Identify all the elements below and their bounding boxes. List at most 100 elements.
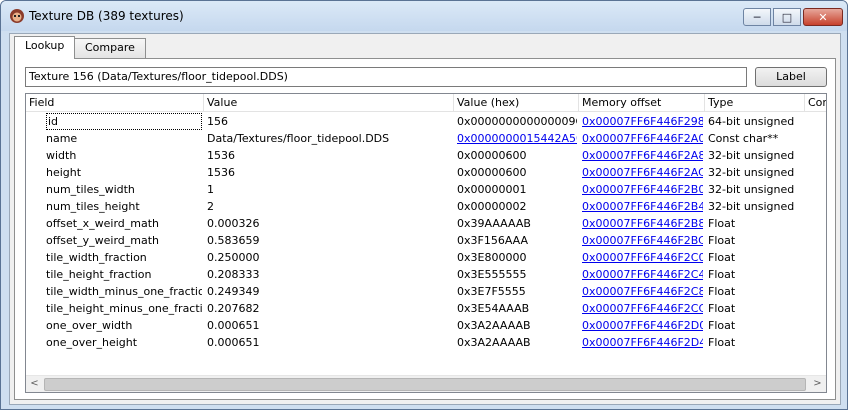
scroll-left-arrow-icon[interactable]: < (26, 376, 43, 392)
table-row[interactable]: tile_height_fraction 0.208333 0x3E555555 0x… (26, 266, 826, 283)
type-cell: Float (708, 336, 736, 349)
memory-offset-link[interactable]: 0x00007FF6F446F2AC (582, 164, 703, 181)
type-cell: Const char** (708, 132, 779, 145)
table-header: Field Value Value (hex) Memory offset Ty… (26, 94, 826, 112)
field-cell: num_tiles_height (46, 200, 140, 213)
hex-cell: 0x3E7F5555 (457, 285, 526, 298)
tab-lookup[interactable]: Lookup (14, 36, 76, 59)
type-cell: 32-bit unsigned (708, 183, 795, 196)
hex-cell: 0x3A2AAAAB (457, 319, 531, 332)
field-cell: num_tiles_width (46, 183, 135, 196)
maximize-button[interactable]: □ (773, 8, 801, 26)
type-cell: 32-bit unsigned (708, 200, 795, 213)
hex-cell: 0x3F156AAA (457, 234, 529, 247)
field-cell: tile_width_minus_one_fraction (46, 285, 202, 298)
field-cell: tile_width_fraction (46, 251, 147, 264)
hex-cell: 0x00000002 (457, 200, 527, 213)
table-row[interactable]: offset_y_weird_math 0.583659 0x3F156AAA 0x0… (26, 232, 826, 249)
memory-offset-link[interactable]: 0x00007FF6F446F2D0 (582, 317, 703, 334)
table-row[interactable]: name Data/Textures/floor_tidepool.DDS 0x00… (26, 130, 826, 147)
tab-compare[interactable]: Compare (74, 38, 146, 58)
hex-cell: 0x3E800000 (457, 251, 527, 264)
value-cell: 0.207682 (207, 302, 260, 315)
memory-offset-link[interactable]: 0x00007FF6F446F2A8 (582, 147, 703, 164)
column-header-memory-offset[interactable]: Memory offset (579, 94, 705, 112)
close-button[interactable]: ✕ (803, 8, 843, 26)
field-cell: id (46, 113, 202, 130)
memory-offset-link[interactable]: 0x00007FF6F446F2B8 (582, 215, 703, 232)
memory-offset-link[interactable]: 0x00007FF6F446F2D4 (582, 334, 703, 351)
app-icon (10, 9, 24, 23)
value-cell: 0.000326 (207, 217, 260, 230)
hex-cell: 0x00000600 (457, 166, 527, 179)
table-row[interactable]: tile_height_minus_one_fraction 0.207682 0x… (26, 300, 826, 317)
hex-cell[interactable]: 0x0000000015442A50 (457, 130, 577, 147)
lookup-panel: Texture 156 (Data/Textures/floor_tidepoo… (14, 58, 836, 400)
field-cell: one_over_height (46, 336, 138, 349)
table-row[interactable]: height 1536 0x00000600 0x00007FF6F446F2AC 32… (26, 164, 826, 181)
memory-offset-link[interactable]: 0x00007FF6F446F298 (582, 113, 703, 130)
column-header-comment[interactable]: Com (805, 94, 826, 112)
field-cell: name (46, 132, 78, 145)
column-header-value[interactable]: Value (204, 94, 454, 112)
table-row[interactable]: offset_x_weird_math 0.000326 0x39AAAAAB 0x0… (26, 215, 826, 232)
table-row[interactable]: tile_width_fraction 0.250000 0x3E800000 0x0… (26, 249, 826, 266)
value-cell: 0.208333 (207, 268, 260, 281)
table-row[interactable]: num_tiles_width 1 0x00000001 0x00007FF6F446… (26, 181, 826, 198)
memory-offset-link[interactable]: 0x00007FF6F446F2C4 (582, 266, 703, 283)
title-bar[interactable]: Texture DB (389 textures) ─ □ ✕ (1, 1, 847, 31)
memory-offset-link[interactable]: 0x00007FF6F446F2A0 (582, 130, 703, 147)
memory-offset-link[interactable]: 0x00007FF6F446F2C8 (582, 283, 703, 300)
value-cell: 0.583659 (207, 234, 260, 247)
horizontal-scrollbar[interactable]: < > (26, 375, 826, 392)
field-cell: width (46, 149, 77, 162)
memory-offset-link[interactable]: 0x00007FF6F446F2CC (582, 300, 703, 317)
type-cell: Float (708, 302, 736, 315)
field-cell: tile_height_fraction (46, 268, 152, 281)
value-cell: 0.000651 (207, 336, 260, 349)
hex-cell: 0x3E555555 (457, 268, 527, 281)
type-cell: Float (708, 234, 736, 247)
field-cell: height (46, 166, 82, 179)
column-header-value-hex[interactable]: Value (hex) (454, 94, 579, 112)
hex-cell: 0x3A2AAAAB (457, 336, 531, 349)
type-cell: Float (708, 268, 736, 281)
memory-offset-link[interactable]: 0x00007FF6F446F2C0 (582, 249, 703, 266)
table-row[interactable]: one_over_width 0.000651 0x3A2AAAAB 0x00007F… (26, 317, 826, 334)
type-cell: Float (708, 285, 736, 298)
fields-table: Field Value Value (hex) Memory offset Ty… (25, 93, 827, 393)
table-row[interactable]: num_tiles_height 2 0x00000002 0x00007FF6F44… (26, 198, 826, 215)
field-cell: offset_y_weird_math (46, 234, 160, 247)
type-cell: 64-bit unsigned (708, 115, 795, 128)
type-cell: Float (708, 217, 736, 230)
scroll-thumb[interactable] (44, 378, 806, 391)
value-cell: 0.249349 (207, 285, 260, 298)
table-row[interactable]: width 1536 0x00000600 0x00007FF6F446F2A8 32-… (26, 147, 826, 164)
field-cell: offset_x_weird_math (46, 217, 160, 230)
hex-cell: 0x00000600 (457, 149, 527, 162)
memory-offset-link[interactable]: 0x00007FF6F446F2B4 (582, 198, 703, 215)
value-cell: 1536 (207, 149, 235, 162)
value-cell: 156 (207, 115, 228, 128)
scroll-right-arrow-icon[interactable]: > (809, 376, 826, 392)
value-cell: 0.250000 (207, 251, 260, 264)
table-row[interactable]: id 156 0x000000000000009C 0x00007FF6F446F29… (26, 113, 826, 130)
texture-db-window: Texture DB (389 textures) ─ □ ✕ Lookup C… (0, 0, 848, 410)
column-header-field[interactable]: Field (26, 94, 204, 112)
table-row[interactable]: tile_width_minus_one_fraction 0.249349 0x3… (26, 283, 826, 300)
value-cell: 1536 (207, 166, 235, 179)
value-cell: 0.000651 (207, 319, 260, 332)
memory-offset-link[interactable]: 0x00007FF6F446F2B0 (582, 181, 703, 198)
field-cell: one_over_width (46, 319, 133, 332)
value-cell: Data/Textures/floor_tidepool.DDS (207, 132, 390, 145)
texture-path-field[interactable]: Texture 156 (Data/Textures/floor_tidepoo… (25, 67, 747, 87)
type-cell: Float (708, 251, 736, 264)
type-cell: 32-bit unsigned (708, 166, 795, 179)
minimize-button[interactable]: ─ (743, 8, 771, 26)
type-cell: 32-bit unsigned (708, 149, 795, 162)
label-button[interactable]: Label (755, 67, 827, 87)
memory-offset-link[interactable]: 0x00007FF6F446F2BC (582, 232, 703, 249)
window-title: Texture DB (389 textures) (29, 9, 184, 23)
column-header-type[interactable]: Type (705, 94, 805, 112)
table-row[interactable]: one_over_height 0.000651 0x3A2AAAAB 0x00007… (26, 334, 826, 351)
